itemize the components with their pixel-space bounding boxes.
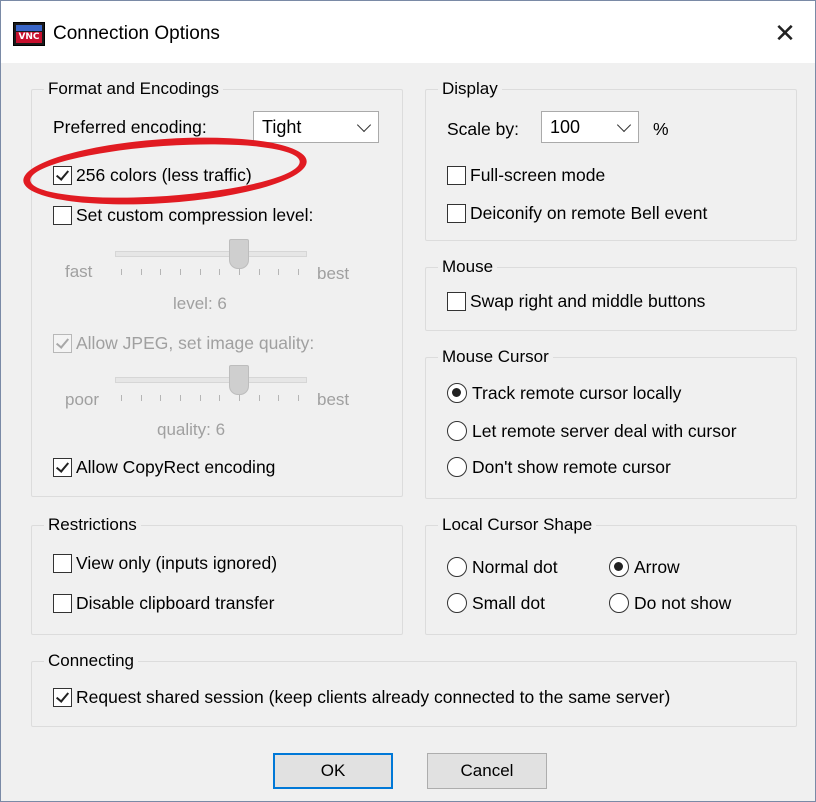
restrictions-label: Restrictions xyxy=(44,514,141,536)
chevron-down-icon xyxy=(356,117,372,133)
close-icon[interactable]: ✕ xyxy=(765,15,805,53)
small-dot-radio[interactable]: Small dot xyxy=(447,591,545,615)
server-cursor-radio-circle[interactable] xyxy=(447,421,467,441)
cancel-button[interactable]: Cancel xyxy=(427,753,547,789)
compression-slider-ticks xyxy=(121,269,299,275)
fullscreen-checkbox-box[interactable] xyxy=(447,165,466,185)
format-encodings-label: Format and Encodings xyxy=(44,78,224,100)
disable-clipboard-checkbox-box[interactable] xyxy=(53,593,72,613)
disable-clipboard-checkbox[interactable]: Disable clipboard transfer xyxy=(53,591,274,615)
connection-options-dialog: VNC Connection Options ✕ Format and Enco… xyxy=(0,0,816,802)
scale-select[interactable]: 100 xyxy=(541,111,639,143)
jpeg-checkbox-box[interactable] xyxy=(53,333,72,353)
chevron-down-icon xyxy=(616,117,632,133)
preferred-encoding-select[interactable]: Tight xyxy=(253,111,379,143)
normal-dot-label: Normal dot xyxy=(472,557,558,577)
jpeg-label: Allow JPEG, set image quality: xyxy=(76,333,315,353)
custom-compression-checkbox-box[interactable] xyxy=(53,205,72,225)
connecting-label: Connecting xyxy=(44,650,139,672)
do-not-show-radio[interactable]: Do not show xyxy=(609,591,731,615)
no-cursor-radio[interactable]: Don't show remote cursor xyxy=(447,455,671,479)
restrictions-group: Restrictions xyxy=(31,514,403,635)
arrow-radio[interactable]: Arrow xyxy=(609,555,680,579)
deiconify-checkbox-box[interactable] xyxy=(447,203,466,223)
deiconify-checkbox[interactable]: Deiconify on remote Bell event xyxy=(447,201,707,225)
small-dot-radio-circle[interactable] xyxy=(447,593,467,613)
swap-buttons-checkbox-box[interactable] xyxy=(447,291,466,311)
ok-button[interactable]: OK xyxy=(273,753,393,789)
scale-by-label: Scale by: xyxy=(447,119,519,139)
quality-slider-ticks xyxy=(121,395,299,401)
colors-256-checkbox[interactable]: 256 colors (less traffic) xyxy=(53,163,252,187)
view-only-label: View only (inputs ignored) xyxy=(76,553,278,573)
preferred-encoding-row: Preferred encoding: xyxy=(53,115,207,139)
swap-buttons-checkbox[interactable]: Swap right and middle buttons xyxy=(447,289,705,313)
preferred-encoding-label: Preferred encoding: xyxy=(53,117,207,137)
normal-dot-radio[interactable]: Normal dot xyxy=(447,555,558,579)
do-not-show-radio-circle[interactable] xyxy=(609,593,629,613)
scale-unit: % xyxy=(653,117,669,141)
server-cursor-label: Let remote server deal with cursor xyxy=(472,421,737,441)
server-cursor-radio[interactable]: Let remote server deal with cursor xyxy=(447,419,737,443)
quality-min-label: poor xyxy=(65,390,100,409)
fullscreen-label: Full-screen mode xyxy=(470,165,606,185)
title-bar: VNC Connection Options ✕ xyxy=(1,1,815,63)
scale-value: 100 xyxy=(550,117,581,137)
track-cursor-radio-circle[interactable] xyxy=(447,383,467,403)
scale-by-row: Scale by: xyxy=(447,117,519,141)
fullscreen-checkbox[interactable]: Full-screen mode xyxy=(447,163,605,187)
quality-slider-track[interactable] xyxy=(115,377,307,383)
colors-256-label: 256 colors (less traffic) xyxy=(76,165,252,185)
compression-max-label: best xyxy=(317,264,350,283)
local-cursor-label: Local Cursor Shape xyxy=(438,514,597,536)
shared-session-checkbox-box[interactable] xyxy=(53,687,72,707)
no-cursor-radio-circle[interactable] xyxy=(447,457,467,477)
track-cursor-label: Track remote cursor locally xyxy=(472,383,682,403)
quality-slider-thumb[interactable] xyxy=(229,365,249,395)
compression-min-label: fast xyxy=(65,262,93,281)
normal-dot-radio-circle[interactable] xyxy=(447,557,467,577)
custom-compression-label: Set custom compression level: xyxy=(76,205,314,225)
swap-buttons-label: Swap right and middle buttons xyxy=(470,291,706,311)
scale-unit-label: % xyxy=(653,119,669,139)
copyrect-checkbox[interactable]: Allow CopyRect encoding xyxy=(53,455,275,479)
disable-clipboard-label: Disable clipboard transfer xyxy=(76,593,275,613)
mouse-cursor-label: Mouse Cursor xyxy=(438,346,553,368)
window-title: Connection Options xyxy=(53,23,220,44)
view-only-checkbox[interactable]: View only (inputs ignored) xyxy=(53,551,277,575)
arrow-radio-circle[interactable] xyxy=(609,557,629,577)
quality-level-text: quality: 6 xyxy=(157,420,226,439)
vnc-app-icon: VNC xyxy=(13,22,45,46)
compression-level-text: level: 6 xyxy=(173,294,227,313)
custom-compression-checkbox[interactable]: Set custom compression level: xyxy=(53,203,313,227)
compression-slider-thumb[interactable] xyxy=(229,239,249,269)
track-cursor-radio[interactable]: Track remote cursor locally xyxy=(447,381,681,405)
copyrect-checkbox-box[interactable] xyxy=(53,457,72,477)
preferred-encoding-value: Tight xyxy=(262,117,302,137)
do-not-show-label: Do not show xyxy=(634,593,732,613)
view-only-checkbox-box[interactable] xyxy=(53,553,72,573)
deiconify-label: Deiconify on remote Bell event xyxy=(470,203,708,223)
shared-session-checkbox[interactable]: Request shared session (keep clients alr… xyxy=(53,685,670,709)
small-dot-label: Small dot xyxy=(472,593,545,613)
mouse-label: Mouse xyxy=(438,256,498,278)
arrow-label: Arrow xyxy=(634,557,680,577)
local-cursor-group: Local Cursor Shape xyxy=(425,514,797,635)
copyrect-label: Allow CopyRect encoding xyxy=(76,457,276,477)
quality-max-label: best xyxy=(317,390,350,409)
jpeg-checkbox[interactable]: Allow JPEG, set image quality: xyxy=(53,331,314,355)
no-cursor-label: Don't show remote cursor xyxy=(472,457,671,477)
compression-slider-track[interactable] xyxy=(115,251,307,257)
colors-256-checkbox-box[interactable] xyxy=(53,165,72,185)
shared-session-label: Request shared session (keep clients alr… xyxy=(76,687,671,707)
display-label: Display xyxy=(438,78,502,100)
